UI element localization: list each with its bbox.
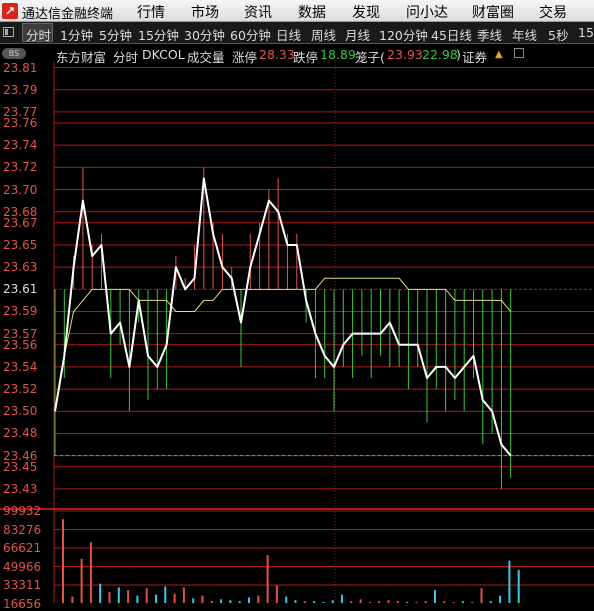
price-tick-label: 23.50 <box>3 404 38 419</box>
volume-tick-label: 83276 <box>3 522 42 537</box>
price-tick-label: 23.59 <box>3 304 38 319</box>
price-tick-label: 23.63 <box>3 260 38 275</box>
volume-tick-label: 99932 <box>3 504 42 518</box>
volume-tick-label: 66621 <box>3 541 42 555</box>
price-tick-label: 23.67 <box>3 215 38 230</box>
volume-tick-label: 16656 <box>3 596 42 611</box>
price-tick-label: 23.65 <box>3 237 38 252</box>
price-tick-label: 23.74 <box>3 138 38 153</box>
price-tick-label: 23.61 <box>3 282 38 297</box>
price-tick-label: 23.43 <box>3 481 38 496</box>
price-tick-label: 23.45 <box>3 459 38 474</box>
volume-tick-label: 49966 <box>3 559 42 574</box>
price-tick-label: 23.76 <box>3 115 38 130</box>
price-tick-label: 23.81 <box>3 60 38 75</box>
price-tick-label: 23.70 <box>3 182 38 197</box>
intraday-chart[interactable] <box>0 0 594 603</box>
price-tick-label: 23.48 <box>3 426 38 441</box>
price-tick-label: 23.72 <box>3 160 38 175</box>
price-tick-label: 23.52 <box>3 382 38 397</box>
volume-tick-label: 33311 <box>3 578 42 592</box>
price-tick-label: 23.79 <box>3 82 38 97</box>
price-line <box>54 177 512 457</box>
price-tick-label: 23.56 <box>3 337 38 352</box>
price-tick-label: 23.54 <box>3 359 38 374</box>
